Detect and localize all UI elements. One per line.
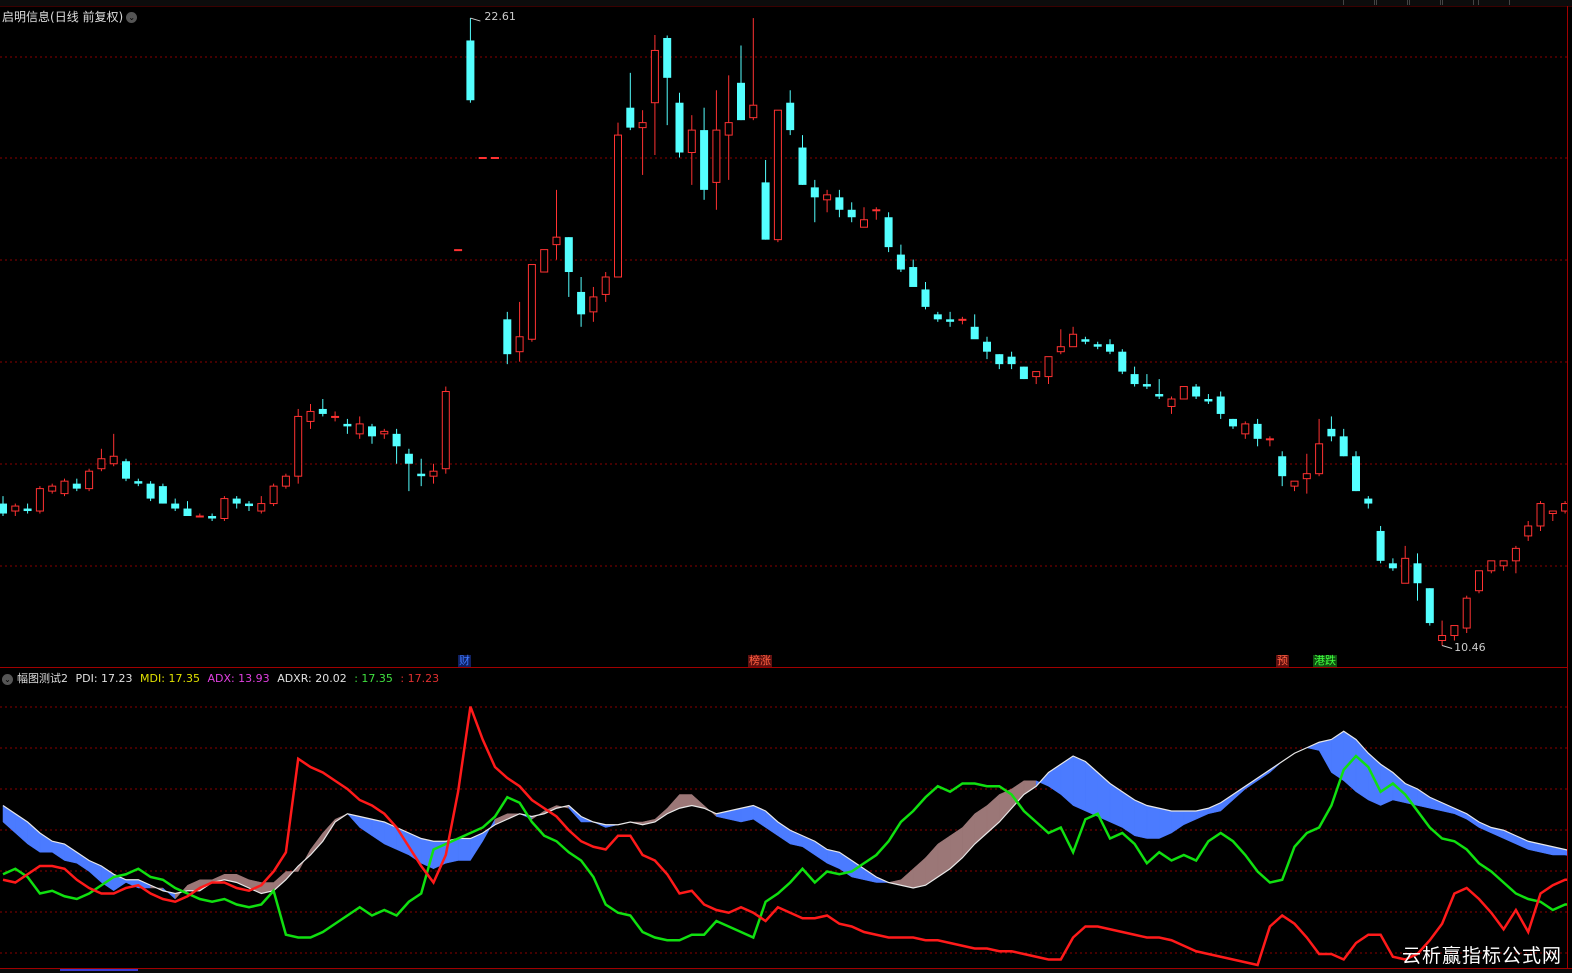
adx-adxr-band xyxy=(925,843,939,886)
adx-adxr-band xyxy=(1134,799,1148,839)
adx-adxr-band xyxy=(1072,755,1086,812)
watermark: 云析赢指标公式网 xyxy=(1401,945,1562,967)
adx-adxr-band xyxy=(1208,802,1221,815)
adx-adxr-band xyxy=(912,857,926,889)
dmi-indicator-chart xyxy=(0,706,1568,967)
adx-adxr-band xyxy=(76,851,90,872)
adx-adxr-band xyxy=(1183,810,1197,826)
adx-adxr-band xyxy=(457,838,471,861)
adx-adxr-band xyxy=(1146,805,1160,839)
adx-adxr-band xyxy=(39,832,53,853)
adx-adxr-band xyxy=(777,821,791,845)
adx-adxr-band xyxy=(27,821,41,853)
adx-adxr-band xyxy=(371,818,385,845)
adx-adxr-band xyxy=(1503,829,1517,845)
adx-adxr-band xyxy=(765,810,779,837)
active-tab-indicator[interactable] xyxy=(60,969,138,971)
adx-adxr-band xyxy=(1318,739,1332,774)
adx-adxr-band xyxy=(1417,788,1431,809)
adx-adxr-band xyxy=(1441,802,1455,815)
adx-adxr-band xyxy=(1097,771,1111,823)
bottom-tab-strip xyxy=(0,968,1572,973)
right-border xyxy=(1567,6,1568,968)
adx-adxr-band xyxy=(1454,807,1467,820)
adx-adxr-band xyxy=(236,873,250,889)
adx-adxr-band xyxy=(1220,794,1234,812)
adx-adxr-band xyxy=(1429,796,1443,812)
adx-adxr-band xyxy=(1478,821,1492,834)
adx-adxr-band xyxy=(814,840,828,864)
adx-adxr-band xyxy=(64,843,78,864)
adx-adxr-band xyxy=(1158,807,1172,839)
adx-adxr-band xyxy=(1515,835,1529,850)
adx-adxr-band xyxy=(937,835,951,878)
adx-adxr-band xyxy=(1355,738,1369,801)
mdi-line xyxy=(2,754,1568,942)
adx-adxr-band xyxy=(1085,760,1098,817)
adx-adxr-band xyxy=(568,804,582,823)
